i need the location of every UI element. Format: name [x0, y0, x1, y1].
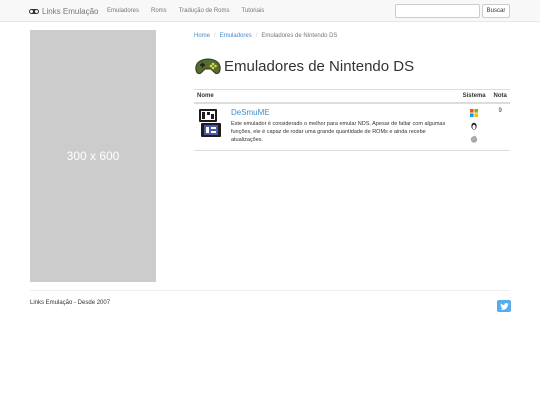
emulator-icon-cell [194, 102, 228, 151]
brand-link[interactable]: Links Emulação [29, 5, 98, 17]
emulator-description: Este emulador é considerado o melhor par… [230, 120, 446, 143]
page-title: Emuladores de Nintendo DS [224, 57, 415, 75]
nav-link-traducao-de-roms[interactable]: Tradução de Roms [173, 0, 236, 22]
top-navbar: Links Emulação Emuladores Roms Tradução … [0, 0, 540, 22]
breadcrumb-home[interactable]: Home [194, 33, 210, 39]
column-header-rating: Nota [490, 89, 510, 104]
column-header-system: Sistema [457, 89, 491, 104]
gamepad-icon [195, 58, 221, 75]
breadcrumb-separator: / [255, 33, 258, 39]
breadcrumb-current: Emuladores de Nintendo DS [261, 33, 338, 39]
table-header-row: Nome Sistema Nota [194, 89, 510, 104]
nav-link-roms[interactable]: Roms [145, 0, 173, 22]
emulator-rating: 9 [490, 102, 510, 151]
linux-icon [471, 122, 477, 130]
column-header-name: Nome [194, 89, 458, 104]
twitter-share-button[interactable] [497, 300, 511, 312]
windows-icon [470, 108, 479, 117]
ad-placeholder: 300 x 600 [30, 30, 156, 282]
gamepad-icon [29, 8, 39, 14]
search-button[interactable]: Buscar [482, 4, 510, 18]
nintendo-ds-icon[interactable] [197, 108, 223, 138]
emulator-info-cell: DeSmuME Este emulador é considerado o me… [227, 102, 458, 151]
footer-divider [30, 290, 510, 291]
emulator-name-link[interactable]: DeSmuME [231, 108, 455, 117]
page-heading: Emuladores de Nintendo DS [194, 53, 414, 79]
breadcrumb-separator: / [214, 33, 216, 39]
nav-link-tutoriais[interactable]: Tutoriais [236, 0, 271, 22]
breadcrumb-emuladores[interactable]: Emuladores [220, 33, 252, 39]
brand-name: Links Emulação [42, 6, 99, 16]
twitter-icon [499, 302, 509, 310]
ad-size-label: 300 x 600 [66, 149, 120, 163]
breadcrumb: Home / Emuladores / Emuladores de Ninten… [194, 33, 337, 39]
emulator-systems-cell [457, 102, 491, 151]
nav-link-emuladores[interactable]: Emuladores [101, 0, 145, 22]
mac-icon [470, 135, 478, 143]
search-input[interactable] [395, 4, 480, 18]
nav-menu: Emuladores Roms Tradução de Roms Tutoria… [101, 0, 270, 22]
emulator-table: Nome Sistema Nota DeSmuME Este emulador … [194, 89, 510, 151]
table-row: DeSmuME Este emulador é considerado o me… [194, 102, 510, 151]
footer-copyright: Links Emulação - Desde 2007 [30, 300, 111, 306]
